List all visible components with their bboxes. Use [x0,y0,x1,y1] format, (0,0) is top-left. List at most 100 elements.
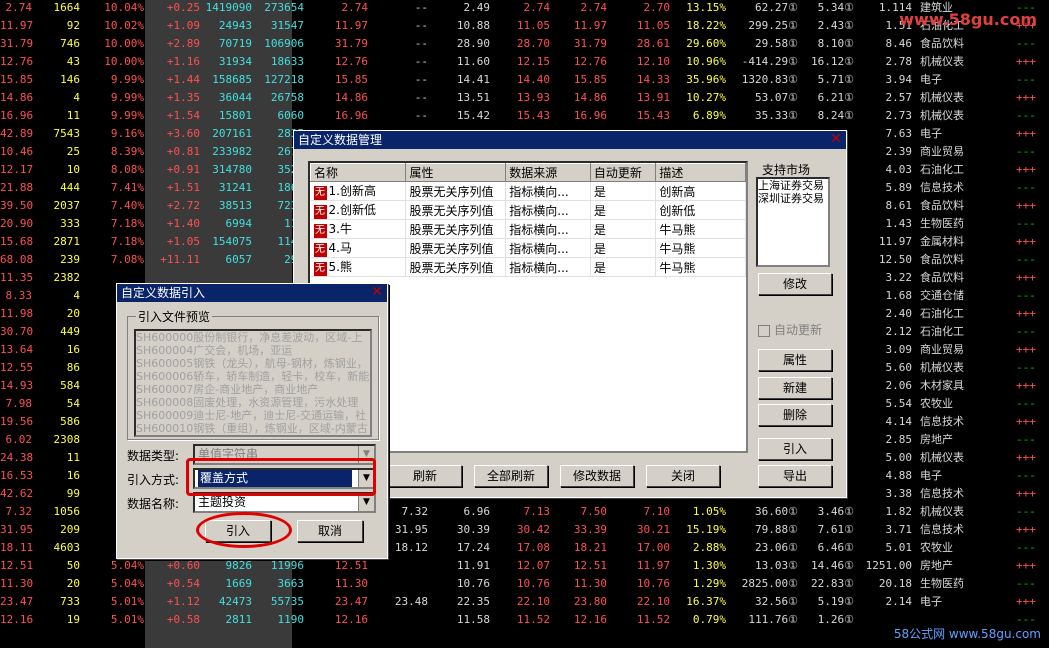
table-cell: 股票无关序列值 [405,200,507,220]
chevron-down-icon[interactable]: ▼ [358,494,374,511]
modify-data-button[interactable]: 修改数据 [560,465,634,487]
quote-cell: 2.74 [523,1,551,14]
quote-row[interactable]: 12.51 50 5.04% +0.60 9826 11996 12.51 11.91 12.0… [0,557,1049,575]
row-name: 2.创新低 [328,203,376,217]
column-header[interactable]: 名称 [310,163,407,182]
quote-cell: 电子 [920,595,942,608]
quote-cell: 36044 [218,91,252,104]
table-row[interactable]: 无 2.创新低 股票无关序列值 指标横向... 是创新低 [310,200,746,220]
delete-button[interactable]: 删除 [758,404,832,426]
quote-cell: 3.38 [885,487,913,500]
auto-update-checkbox[interactable]: 自动更新 [758,321,822,338]
quote-cell: 233982 [212,145,252,158]
quote-cell: 11.98 [0,307,34,320]
quote-cell: 5.71① [817,73,854,86]
trend-marks: +++ [1016,307,1036,320]
quote-row[interactable]: 2.74 1664 10.04% +0.25 1419090 273654 2.74 -- 2.… [0,0,1049,17]
quote-cell: 62.27① [755,1,798,14]
close-button[interactable]: 关闭 [646,465,720,487]
quote-row[interactable]: 12.16 19 5.01% +0.58 2811 1190 12.16 11.58 11.52… [0,611,1049,629]
table-cell: 指标横向... [505,181,591,201]
table-cell: 是 [590,238,657,258]
export-button[interactable]: 导出 [758,465,832,487]
market-item-sz[interactable]: 深圳证券交易 [758,192,828,205]
quote-cell: 机械仪表 [920,55,964,68]
table-row[interactable]: 无 4.马 股票无关序列值 指标横向... 是牛马熊 [310,238,746,258]
quote-cell: 7.10 [643,505,671,518]
quote-cell: 2.74 [580,1,608,14]
property-button[interactable]: 属性 [758,349,832,371]
preview-line: SH600005钢铁（龙头），航母-钢材，炼钢业， [136,357,368,370]
quote-cell: 43 [66,55,80,68]
quote-cell: 1.29% [692,577,726,590]
modify-button[interactable]: 修改 [758,273,832,295]
import-button[interactable]: 引入 [758,438,832,460]
refresh-all-button[interactable]: 全部刷新 [474,465,548,487]
quote-cell: 9826 [225,559,253,572]
column-header[interactable]: 描述 [655,163,746,182]
quote-cell: 农牧业 [920,541,953,554]
quote-row[interactable]: 15.85 146 9.99% +1.44 158685 127218 15.85 -- 14.… [0,71,1049,89]
quote-row[interactable]: 11.30 20 5.04% +0.54 1669 3663 11.30 10.76 10.76… [0,575,1049,593]
quote-cell: +2.89 [166,37,200,50]
quote-cell: 2.88% [692,541,726,554]
column-header[interactable]: 属性 [405,163,507,182]
quote-row[interactable]: 23.47 733 5.01% +1.12 42473 55735 23.47 23.48 22… [0,593,1049,611]
quote-cell: 2.57 [885,91,913,104]
quote-cell: +1.12 [166,595,200,608]
quote-cell: 7.41% [110,181,144,194]
close-icon[interactable]: ✕ [370,285,384,299]
quote-cell: 10.46 [0,145,34,158]
quote-cell: 9.16% [110,127,144,140]
quote-cell: 4.14 [885,415,913,428]
quote-cell: 木材家具 [920,379,964,392]
quote-cell: 314780 [212,163,252,176]
checkbox-icon[interactable] [758,324,770,337]
quote-cell: 55735 [270,595,304,608]
preview-text: SH600000股份制银行，净息差波动，区域-上 SH600004广交会，机场，亚… [134,329,372,437]
quote-cell: 31.79 [0,37,34,50]
quote-cell: 12.15 [516,55,550,68]
quote-cell: 2308 [53,433,81,446]
refresh-button[interactable]: 刷新 [388,465,462,487]
quote-cell: 7.18% [110,235,144,248]
cancel-button[interactable]: 取消 [297,520,363,542]
quote-cell: 11.97 [573,19,607,32]
quote-cell: 14.86 [334,91,368,104]
quote-cell: 15801 [218,109,252,122]
column-header[interactable]: 数据来源 [505,163,591,182]
quote-cell: 14.93 [0,379,34,392]
quote-cell: 信息技术 [920,523,964,536]
market-item-sh[interactable]: 上海证券交易 [758,179,828,192]
close-icon[interactable]: ✕ [829,132,843,146]
quote-cell: 8.61 [885,199,913,212]
manager-title: 自定义数据管理 [298,133,383,147]
quote-row[interactable]: 31.79 746 10.00% +2.89 70719 106906 31.79 -- 28.… [0,35,1049,53]
quote-cell: 11.97 [334,19,368,32]
status-badge: 无 [313,205,327,219]
highlight-ring-mode [186,458,376,496]
quote-cell: 15.85 [573,73,607,86]
quote-row[interactable]: 14.86 4 9.99% +1.35 36044 26758 14.86 -- 13.51 13… [0,89,1049,107]
trend-marks: +++ [1016,199,1036,212]
quote-row[interactable]: 11.97 92 10.02% +1.09 24943 31547 11.97 -- 10.88… [0,17,1049,35]
table-cell: 是 [590,181,657,201]
quote-cell: 11.05 [636,19,670,32]
trend-marks: --- [1016,37,1036,50]
column-header[interactable]: 自动更新 [589,163,657,182]
table-row[interactable]: 无 5.熊 股票无关序列值 指标横向... 是牛马熊 [310,257,746,277]
trend-marks: --- [1016,181,1036,194]
quote-cell: 33.39 [573,523,607,536]
table-row[interactable]: 无 1.创新高 股票无关序列值 指标横向... 是创新高 [310,181,746,201]
quote-cell: 5.04% [110,577,144,590]
quote-cell: 21.88 [0,181,34,194]
table-row[interactable]: 无 3.牛 股票无关序列值 指标横向... 是牛马熊 [310,219,746,239]
trend-marks: +++ [1016,487,1036,500]
preview-line: SH600010钢铁（重组），炼钢业，区域-内蒙古 [136,422,368,435]
quote-cell: 28.90 [456,37,490,50]
quote-row[interactable]: 16.96 11 9.99% +1.54 15801 6060 16.96 -- 15.42 15… [0,107,1049,125]
quote-row[interactable]: 12.76 43 10.00% +1.16 31934 18633 12.76 -- 11.60… [0,53,1049,71]
new-button[interactable]: 新建 [758,377,832,399]
quote-cell: 房地产 [920,559,953,572]
market-list[interactable]: 上海证券交易 深圳证券交易 [756,177,830,267]
